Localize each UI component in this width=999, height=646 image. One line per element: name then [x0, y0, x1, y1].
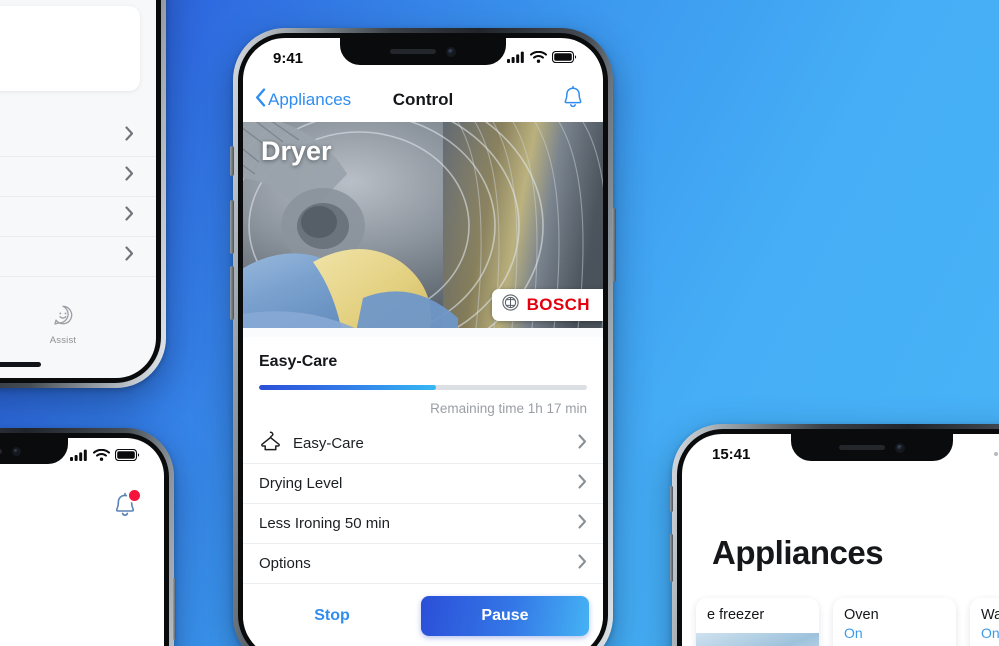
- row-label: Drying Level: [259, 475, 343, 492]
- notification-bell-button[interactable]: [561, 85, 585, 116]
- page-title: Appliances: [712, 534, 884, 571]
- tab-assist[interactable]: Assist: [0, 304, 150, 346]
- earpiece-speaker-icon: [839, 445, 885, 450]
- pause-button[interactable]: Pause: [421, 596, 589, 636]
- phone-screen-right: 15:41 Appliances e freezer Oven On Wa On: [682, 434, 999, 646]
- washing-machine-illustration: [0, 561, 164, 646]
- chevron-right-icon: [578, 513, 587, 534]
- secondary-status-card[interactable]: [0, 6, 140, 91]
- row-label: Options: [259, 555, 311, 572]
- appliance-card[interactable]: e freezer: [696, 598, 819, 646]
- back-button[interactable]: Appliances: [255, 88, 351, 112]
- chevron-right-icon: [578, 473, 587, 494]
- wifi-icon: [530, 50, 547, 67]
- back-button-label: Appliances: [268, 90, 352, 109]
- settings-row-list: [0, 116, 156, 277]
- action-bar: Stop Pause: [243, 584, 603, 636]
- progress-bar-fill: [259, 385, 437, 390]
- front-camera-icon: [895, 442, 905, 453]
- bell-icon: [112, 492, 138, 524]
- phone-main: 9:41 Appliances Control Dryer BOSCH Easy…: [230, 28, 616, 646]
- settings-row-list: Easy-Care Drying Level Less Ironing 50 m…: [243, 424, 603, 584]
- add-appliance-button[interactable]: [682, 474, 999, 520]
- volume-up-button[interactable]: [670, 534, 673, 582]
- row-label: Less Ironing 50 min: [259, 515, 390, 532]
- phone-screen-main: 9:41 Appliances Control Dryer BOSCH Easy…: [243, 38, 603, 646]
- cellular-signal-icon: [70, 448, 88, 466]
- appliance-name: e freezer: [707, 607, 765, 623]
- row-drying-level[interactable]: Drying Level: [243, 464, 603, 504]
- list-item[interactable]: [0, 237, 156, 277]
- shirt-hanger-icon: [259, 430, 282, 457]
- appliance-name: Washe: [981, 607, 999, 623]
- notch: [340, 38, 506, 65]
- appliance-photo: [696, 633, 819, 646]
- appliance-state: On: [981, 625, 999, 641]
- cellular-signal-icon: [507, 50, 525, 67]
- row-label: Easy-Care: [293, 435, 364, 452]
- status-time: 15:41: [712, 445, 751, 463]
- bell-icon: [561, 85, 585, 115]
- stop-button[interactable]: Stop: [257, 607, 407, 625]
- brand-badge: BOSCH: [491, 289, 603, 321]
- program-section: Easy-Care Remaining time 1h 17 min: [243, 337, 603, 416]
- list-item[interactable]: [0, 197, 156, 237]
- mute-switch[interactable]: [670, 486, 673, 512]
- chevron-right-icon: [125, 246, 134, 266]
- mute-switch[interactable]: [230, 146, 234, 176]
- chevron-left-icon: [255, 88, 266, 112]
- appliance-card[interactable]: Washe On: [970, 598, 999, 646]
- appliance-name: Oven: [844, 607, 879, 623]
- chevron-right-icon: [125, 206, 134, 226]
- volume-down-button[interactable]: [230, 266, 234, 320]
- appliance-card-list: e freezer Oven On Washe On: [682, 572, 999, 646]
- row-easy-care[interactable]: Easy-Care: [243, 424, 603, 464]
- progress-bar: [259, 385, 587, 390]
- wifi-icon: [93, 448, 110, 466]
- status-card-group: Child safety lock Not active: [0, 0, 156, 91]
- navigation-bar: Appliances Control: [243, 78, 603, 122]
- earpiece-speaker-icon: [0, 448, 2, 454]
- list-item[interactable]: [0, 117, 156, 157]
- remaining-time-label: Remaining time 1h 17 min: [430, 401, 587, 416]
- volume-up-button[interactable]: [230, 200, 234, 254]
- appliance-state: On: [844, 625, 863, 641]
- row-options[interactable]: Options: [243, 544, 603, 584]
- row-less-ironing[interactable]: Less Ironing 50 min: [243, 504, 603, 544]
- notification-bell-button[interactable]: [112, 488, 142, 525]
- appliance-hero: Dryer BOSCH: [243, 122, 603, 337]
- program-name: Easy-Care: [259, 353, 338, 370]
- battery-icon: [551, 50, 577, 67]
- tab-bar: Discover Assist: [0, 304, 156, 346]
- front-camera-icon: [446, 46, 456, 57]
- phone-screen-bottom-left: Dry: [0, 438, 164, 646]
- notch: [791, 434, 953, 461]
- chat-smiley-icon: [52, 304, 74, 331]
- earpiece-speaker-icon: [390, 49, 436, 54]
- status-time: 9:41: [273, 49, 304, 67]
- home-indicator: [0, 362, 41, 367]
- power-button[interactable]: [612, 208, 616, 282]
- chevron-right-icon: [578, 553, 587, 574]
- list-item[interactable]: [0, 157, 156, 197]
- chevron-right-icon: [125, 166, 134, 186]
- phone-bottom-left: Dry: [0, 428, 176, 646]
- cellular-dots-icon: [994, 452, 999, 456]
- power-button[interactable]: [173, 578, 176, 640]
- chevron-right-icon: [125, 126, 134, 146]
- phone-right: 15:41 Appliances e freezer Oven On Wa On: [670, 424, 999, 646]
- bosch-armature-icon: [501, 294, 519, 316]
- phone-screen-top-left: Child safety lock Not active: [0, 0, 156, 378]
- phone-top-left: Child safety lock Not active: [0, 0, 166, 388]
- notification-badge: [127, 488, 142, 503]
- notch: [0, 438, 68, 464]
- front-camera-icon: [11, 446, 21, 456]
- chevron-right-icon: [578, 433, 587, 454]
- appliance-card[interactable]: Oven On: [833, 598, 956, 646]
- appliance-name: Dryer: [261, 136, 332, 166]
- page-header: Dry: [0, 476, 164, 525]
- battery-icon: [114, 448, 140, 466]
- brand-name: BOSCH: [526, 295, 590, 314]
- tab-assist-label: Assist: [49, 335, 77, 346]
